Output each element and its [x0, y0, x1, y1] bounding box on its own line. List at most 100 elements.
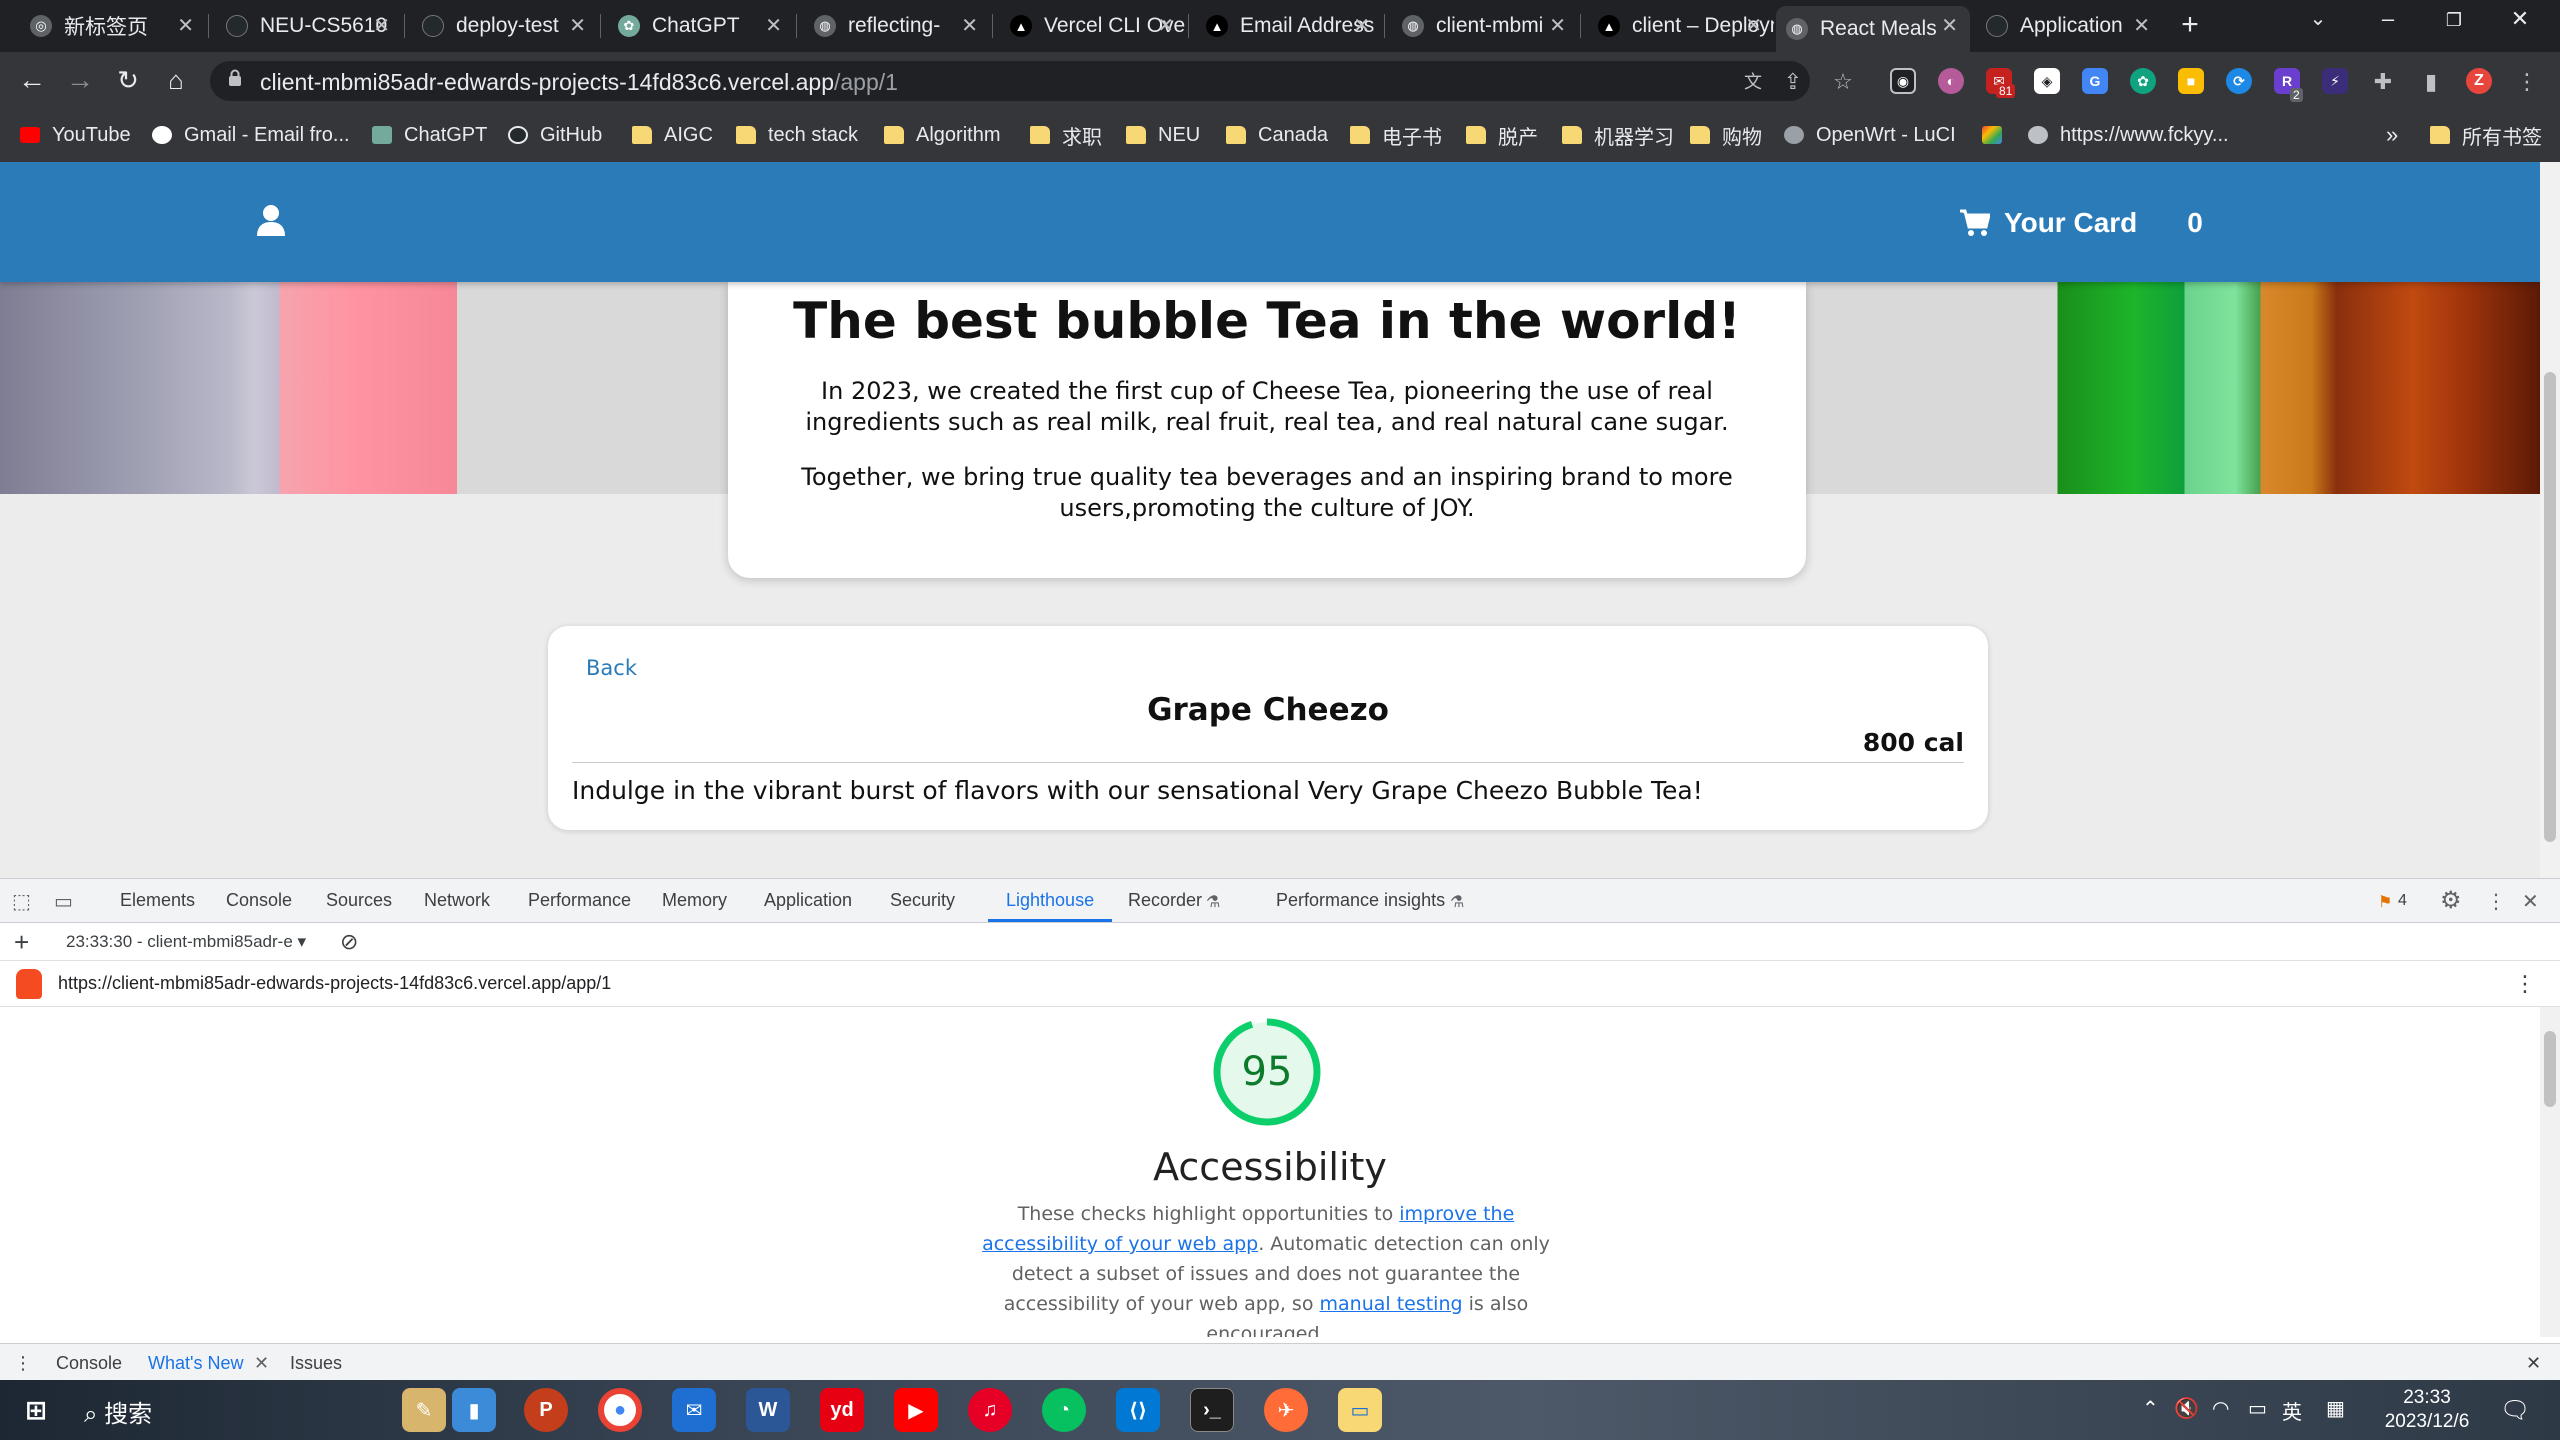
netease-music-icon[interactable]: ♫	[968, 1388, 1012, 1432]
chatgpt-extension-icon[interactable]: ✿	[2130, 68, 2156, 94]
close-tab-icon[interactable]: ✕	[254, 1353, 269, 1374]
devtools-tab-sources[interactable]: Sources	[326, 890, 392, 911]
ime-indicator[interactable]: 英	[2282, 1396, 2302, 1425]
browser-tab-application[interactable]: Application ✕	[1976, 6, 2162, 46]
mail-icon[interactable]: ✉	[672, 1388, 716, 1432]
word-icon[interactable]: W	[746, 1388, 790, 1432]
browser-tab-new-tab[interactable]: ◎ 新标签页 ✕	[20, 6, 206, 46]
volume-muted-icon[interactable]: 🔇	[2174, 1396, 2199, 1421]
close-tab-icon[interactable]: ✕	[1157, 13, 1174, 38]
device-toolbar-icon[interactable]: ▭	[54, 889, 73, 914]
drawer-tab-whats-new[interactable]: What's New	[148, 1353, 243, 1374]
report-menu-icon[interactable]: ⋮	[2514, 971, 2536, 997]
clear-reports-icon[interactable]: ⊘	[340, 929, 358, 955]
notification-center-icon[interactable]: 🗨	[2500, 1396, 2530, 1425]
tray-chevron-icon[interactable]: ⌃	[2142, 1396, 2159, 1421]
translate-icon[interactable]: 文	[1740, 69, 1766, 95]
wechat-icon[interactable]: ◔	[1042, 1388, 1086, 1432]
bookmark-folder-shopping[interactable]: 购物	[1690, 122, 1762, 149]
extension-icon[interactable]: ■	[2178, 68, 2204, 94]
bookmark-folder-aigc[interactable]: AIGC	[632, 122, 713, 148]
close-tab-icon[interactable]: ✕	[177, 13, 194, 38]
devtools-tab-network[interactable]: Network	[424, 890, 490, 911]
bookmark-chatgpt[interactable]: ChatGPT	[372, 122, 487, 148]
postman-icon[interactable]: ✈	[1264, 1388, 1308, 1432]
report-scrollbar[interactable]	[2540, 1007, 2560, 1337]
system-clock[interactable]: 23:33 2023/12/6	[2372, 1386, 2482, 1434]
bookmark-folder-algorithm[interactable]: Algorithm	[884, 122, 1000, 148]
close-tab-icon[interactable]: ✕	[765, 13, 782, 38]
close-devtools-icon[interactable]: ✕	[2522, 889, 2539, 914]
extension-icon[interactable]: ◈	[2034, 68, 2060, 94]
close-drawer-icon[interactable]: ✕	[2526, 1353, 2541, 1374]
bookmarks-overflow-icon[interactable]: »	[2386, 122, 2398, 148]
browser-tab-neu-cs5610[interactable]: NEU-CS5610 ✕	[216, 6, 402, 46]
issues-flag-icon[interactable]: ⚑	[2378, 892, 2392, 912]
cart-button[interactable]: Your Card 0	[1960, 198, 2203, 248]
user-icon[interactable]	[256, 204, 286, 236]
bookmark-star-icon[interactable]: ☆	[1830, 69, 1856, 95]
add-report-icon[interactable]: +	[14, 927, 29, 958]
browser-tab-chatgpt[interactable]: ✿ ChatGPT ✕	[608, 6, 794, 46]
address-bar[interactable]: client-mbmi85adr-edwards-projects-14fd83…	[210, 61, 1810, 101]
bookmark-openwrt[interactable]: OpenWrt - LuCI	[1784, 122, 1956, 148]
extension-icon[interactable]: ⟳	[2226, 68, 2252, 94]
drawer-tab-console[interactable]: Console	[56, 1353, 122, 1374]
scrollbar-thumb[interactable]	[2544, 1031, 2556, 1107]
app-icon[interactable]: ▮	[452, 1388, 496, 1432]
browser-tab-email-address[interactable]: ▲ Email Address ✕	[1196, 6, 1382, 46]
back-link[interactable]: Back	[586, 656, 637, 680]
all-bookmarks-folder[interactable]: 所有书签	[2430, 122, 2542, 149]
close-window-button[interactable]: ✕	[2500, 6, 2540, 32]
browser-tab-client-mbmi[interactable]: ◍ client-mbmi ✕	[1392, 6, 1578, 46]
bookmark-folder-ebooks[interactable]: 电子书	[1350, 122, 1442, 149]
file-explorer-icon[interactable]: ▭	[1338, 1388, 1382, 1432]
bookmark-folder-machine-learning[interactable]: 机器学习	[1562, 122, 1674, 149]
devtools-tab-console[interactable]: Console	[226, 890, 292, 911]
powerpoint-icon[interactable]: P	[524, 1388, 568, 1432]
close-tab-icon[interactable]: ✕	[961, 13, 978, 38]
windows-start-icon[interactable]: ⊞	[14, 1388, 58, 1432]
home-icon[interactable]: ⌂	[158, 62, 194, 98]
close-tab-icon[interactable]: ✕	[2133, 13, 2150, 38]
close-tab-icon[interactable]: ✕	[569, 13, 586, 38]
close-tab-icon[interactable]: ✕	[373, 13, 390, 38]
close-tab-icon[interactable]: ✕	[1745, 13, 1762, 38]
bookmark-youtube[interactable]: YouTube	[20, 122, 131, 148]
close-tab-icon[interactable]: ✕	[1549, 13, 1566, 38]
minimize-button[interactable]: –	[2368, 6, 2408, 32]
extension-icon[interactable]: ◐	[1938, 68, 1964, 94]
wifi-icon[interactable]: ◠	[2212, 1396, 2229, 1421]
extension-icon[interactable]: ◉	[1890, 68, 1916, 94]
settings-gear-icon[interactable]: ⚙	[2440, 886, 2462, 915]
bookmark-fckyy[interactable]: https://www.fckyy...	[2028, 122, 2229, 148]
devtools-tab-performance-insights[interactable]: Performance insights	[1276, 890, 1445, 911]
kebab-menu-icon[interactable]: ⋮	[2514, 69, 2540, 95]
scrollbar-thumb[interactable]	[2544, 372, 2556, 842]
bookmark-gmail[interactable]: Gmail - Email fro...	[152, 122, 350, 148]
back-arrow-icon[interactable]: ←	[14, 62, 50, 98]
page-scrollbar[interactable]	[2540, 162, 2560, 878]
bookmark-gmail-icon[interactable]	[1982, 122, 2014, 148]
close-tab-icon[interactable]: ✕	[1353, 13, 1370, 38]
devtools-tab-application[interactable]: Application	[764, 890, 852, 911]
chrome-icon[interactable]: ●	[598, 1388, 642, 1432]
youdao-icon[interactable]: yd	[820, 1388, 864, 1432]
puzzle-icon[interactable]: ✚	[2370, 69, 2396, 95]
devtools-tab-security[interactable]: Security	[890, 890, 955, 911]
inspect-element-icon[interactable]: ⬚	[12, 889, 31, 914]
bookmark-folder-tuochan[interactable]: 脱产	[1466, 122, 1538, 149]
vscode-icon[interactable]: ⟨⟩	[1116, 1388, 1160, 1432]
close-tab-icon[interactable]: ✕	[1941, 13, 1958, 38]
google-translate-icon[interactable]: G	[2082, 68, 2108, 94]
browser-tab-deploy-test[interactable]: deploy-test ✕	[412, 6, 598, 46]
bookmark-folder-neu[interactable]: NEU	[1126, 122, 1200, 148]
restore-button[interactable]: ❐	[2434, 10, 2474, 31]
new-tab-button[interactable]: +	[2170, 8, 2210, 42]
devtools-tab-memory[interactable]: Memory	[662, 890, 727, 911]
bookmark-folder-jobs[interactable]: 求职	[1030, 122, 1102, 149]
side-panel-icon[interactable]: ▮	[2418, 69, 2444, 95]
browser-tab-client-deployment[interactable]: ▲ client – Deployment ✕	[1588, 6, 1774, 46]
devtools-tab-performance[interactable]: Performance	[528, 890, 631, 911]
bookmark-folder-tech-stack[interactable]: tech stack	[736, 122, 858, 148]
